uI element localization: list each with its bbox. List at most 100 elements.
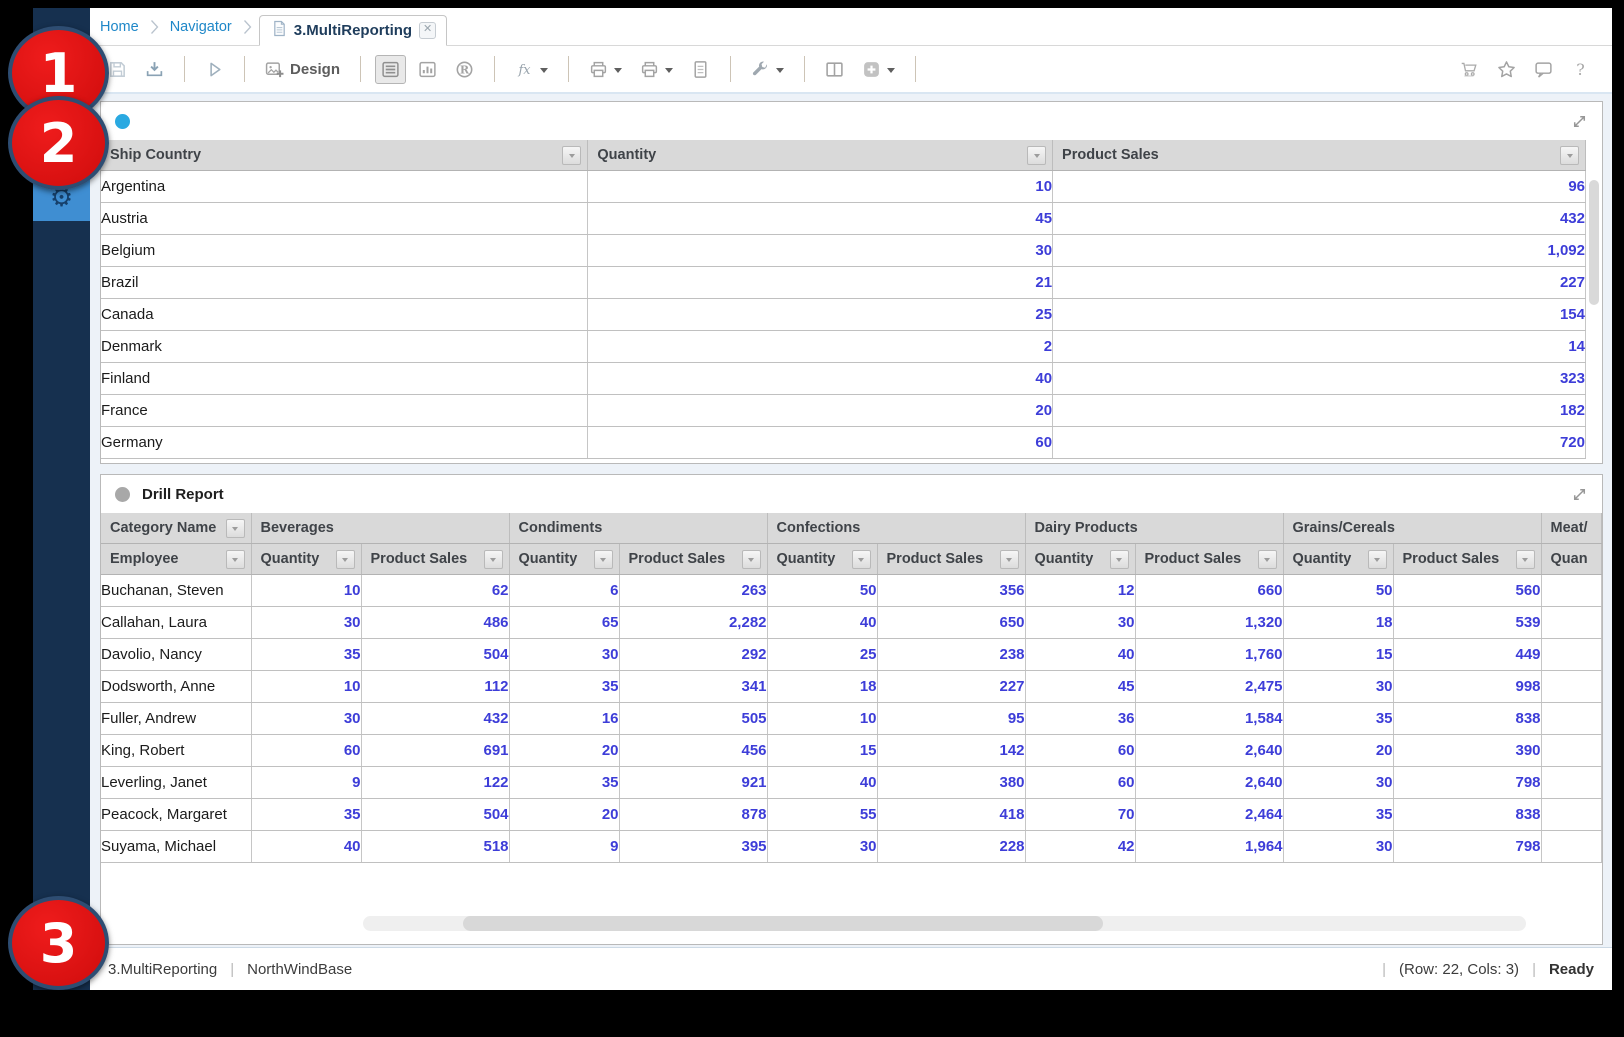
filter-dropdown-icon[interactable] xyxy=(999,549,1019,569)
value-cell: 142 xyxy=(877,734,1026,767)
value-cell: 2 xyxy=(587,330,1054,363)
value-cell: 2,640 xyxy=(1135,766,1284,799)
value-cell: 1,964 xyxy=(1135,830,1284,863)
ship-country-cell: Argentina xyxy=(101,170,589,203)
filter-dropdown-icon[interactable] xyxy=(1560,145,1579,165)
value-cell: 95 xyxy=(877,702,1026,735)
star-icon xyxy=(1497,60,1516,79)
value-cell: 227 xyxy=(1052,266,1586,299)
filter-dropdown-icon[interactable] xyxy=(593,549,613,569)
value-cell: 418 xyxy=(877,798,1026,831)
callout-3: 3 xyxy=(8,896,109,990)
filter-dropdown-icon[interactable] xyxy=(225,518,245,538)
print-export-button[interactable] xyxy=(634,55,679,84)
header-quantity-truncated: Quan xyxy=(1541,543,1602,575)
employee-cell: King, Robert xyxy=(101,734,252,767)
floppy-icon xyxy=(108,60,127,79)
favorites-button[interactable] xyxy=(1491,55,1522,84)
expand-icon[interactable] xyxy=(1571,113,1588,130)
toolbar-separator xyxy=(244,56,245,82)
filter-dropdown-icon[interactable] xyxy=(1109,549,1129,569)
header-quantity: Quantity xyxy=(767,543,878,575)
value-cell: 456 xyxy=(619,734,768,767)
status-bar: 3.MultiReporting | NorthWindBase | (Row:… xyxy=(90,947,1612,990)
report-viewer-button[interactable]: R xyxy=(449,55,480,84)
value-cell: 96 xyxy=(1052,170,1586,203)
value-cell: 691 xyxy=(361,734,510,767)
filter-dropdown-icon[interactable] xyxy=(483,549,503,569)
value-cell: 30 xyxy=(1283,670,1394,703)
table-row: Austria 45 432 xyxy=(101,202,1586,235)
add-panel-button[interactable] xyxy=(856,55,901,84)
value-cell: 504 xyxy=(361,798,510,831)
tab-multireporting[interactable]: 3.MultiReporting ✕ xyxy=(258,15,448,46)
cart-button[interactable] xyxy=(1454,55,1485,84)
value-cell: 2,475 xyxy=(1135,670,1284,703)
value-cell: 238 xyxy=(877,638,1026,671)
value-cell: 878 xyxy=(619,798,768,831)
help-button[interactable]: ? xyxy=(1565,55,1596,84)
value-cell: 10 xyxy=(251,574,362,607)
value-cell: 10 xyxy=(587,170,1054,203)
table-row: Denmark 2 14 xyxy=(101,330,1586,363)
split-view-button[interactable] xyxy=(819,55,850,84)
value-cell: 380 xyxy=(877,766,1026,799)
vertical-scrollbar[interactable] xyxy=(1589,180,1599,305)
tab-close-icon[interactable]: ✕ xyxy=(419,22,437,39)
drill-table-row: Leverling, Janet 9 122 35 921 40 380 60 2,640 30 7… xyxy=(101,766,1602,799)
value-cell: 798 xyxy=(1393,830,1542,863)
filter-dropdown-icon[interactable] xyxy=(1027,145,1047,165)
parameters-panel-button[interactable] xyxy=(375,54,407,84)
value-cell: 25 xyxy=(767,638,878,671)
value-cell: 9 xyxy=(509,830,620,863)
expand-icon[interactable] xyxy=(1571,486,1588,503)
value-cell: 30 xyxy=(1283,830,1394,863)
value-cell: 356 xyxy=(877,574,1026,607)
value-cell: 60 xyxy=(1025,734,1136,767)
filter-dropdown-icon[interactable] xyxy=(225,549,245,569)
value-cell: 45 xyxy=(587,202,1054,235)
status-database-name: NorthWindBase xyxy=(247,960,353,978)
document-icon xyxy=(272,20,287,42)
table-row: Canada 25 154 xyxy=(101,298,1586,331)
page-icon xyxy=(691,60,710,79)
filter-dropdown-icon[interactable] xyxy=(1257,549,1277,569)
value-cell: 560 xyxy=(1393,574,1542,607)
horizontal-scrollbar-thumb[interactable] xyxy=(463,916,1103,931)
truncated-cell xyxy=(1541,798,1602,831)
toolbar: Design Rfx ? xyxy=(90,46,1612,94)
run-button[interactable] xyxy=(199,55,230,84)
value-cell: 449 xyxy=(1393,638,1542,671)
value-cell: 45 xyxy=(1025,670,1136,703)
breadcrumb-home[interactable]: Home xyxy=(100,19,139,35)
page-setup-button[interactable] xyxy=(685,55,716,84)
table-row: Germany 60 720 xyxy=(101,426,1586,459)
filter-dropdown-icon[interactable] xyxy=(335,549,355,569)
employee-cell: Davolio, Nancy xyxy=(101,638,252,671)
feedback-button[interactable] xyxy=(1528,55,1559,84)
employee-cell: Callahan, Laura xyxy=(101,606,252,639)
value-cell: 921 xyxy=(619,766,768,799)
export-button[interactable] xyxy=(139,55,170,84)
print-button[interactable] xyxy=(583,55,628,84)
value-cell: 432 xyxy=(361,702,510,735)
value-cell: 50 xyxy=(1283,574,1394,607)
drill-table-row: Buchanan, Steven 10 62 6 263 50 356 12 660 50 560 xyxy=(101,574,1602,607)
filter-dropdown-icon[interactable] xyxy=(851,549,871,569)
filter-dropdown-icon[interactable] xyxy=(741,549,761,569)
run-icon xyxy=(205,60,224,79)
filter-dropdown-icon[interactable] xyxy=(562,145,582,165)
breadcrumb-navigator[interactable]: Navigator xyxy=(170,19,232,35)
design-button[interactable]: Design xyxy=(259,55,346,84)
filter-dropdown-icon[interactable] xyxy=(1367,549,1387,569)
chevron-down-icon xyxy=(665,67,674,77)
value-cell: 55 xyxy=(767,798,878,831)
chart-view-button[interactable] xyxy=(412,55,443,84)
ship-country-cell: Belgium xyxy=(101,234,589,267)
tools-button[interactable] xyxy=(745,55,790,84)
value-cell: 539 xyxy=(1393,606,1542,639)
toolbar-separator xyxy=(730,56,732,82)
functions-button[interactable]: fx xyxy=(509,55,554,84)
filter-dropdown-icon[interactable] xyxy=(1515,549,1535,569)
horizontal-scrollbar-track[interactable] xyxy=(363,916,1526,931)
